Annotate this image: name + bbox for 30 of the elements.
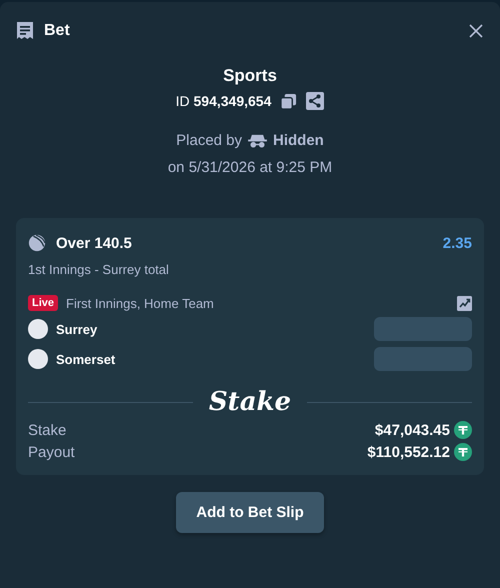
- stats-icon[interactable]: [457, 296, 472, 310]
- placed-by-label: Placed by: [176, 132, 242, 149]
- tether-coin-icon: [454, 421, 472, 439]
- copy-icon[interactable]: [280, 92, 298, 110]
- add-to-bet-slip-button[interactable]: Add to Bet Slip: [176, 492, 324, 533]
- amount-value: $47,043.45: [374, 422, 450, 438]
- incognito-icon: [248, 133, 268, 148]
- selection-name: Over 140.5: [56, 234, 132, 252]
- team-badge-icon: [28, 319, 48, 339]
- placed-date: on 5/31/2026 at 9:25 PM: [168, 159, 332, 176]
- placed-by-user: Hidden: [273, 132, 324, 149]
- amount-label: Payout: [28, 444, 75, 460]
- team-badge-icon: [28, 349, 48, 369]
- amount-label: Stake: [28, 422, 66, 438]
- bet-category: Sports: [223, 66, 277, 86]
- tether-coin-icon: [454, 443, 472, 461]
- bet-id: ID 594,349,654: [176, 93, 272, 109]
- cricket-ball-icon: [28, 234, 46, 252]
- team-name: Surrey: [56, 322, 98, 336]
- receipt-icon: [16, 21, 34, 41]
- odds-value: 2.35: [442, 234, 472, 252]
- close-button[interactable]: [468, 23, 484, 39]
- event-name: First Innings, Home Team: [66, 296, 214, 310]
- team-name: Somerset: [56, 352, 116, 366]
- modal-title: Bet: [44, 22, 70, 40]
- amount-value: $110,552.12: [367, 444, 450, 460]
- share-icon[interactable]: [306, 92, 324, 110]
- market-name: 1st Innings - Surrey total: [28, 262, 170, 277]
- brand-logo: Stake: [208, 387, 292, 417]
- live-badge: Live: [28, 295, 58, 311]
